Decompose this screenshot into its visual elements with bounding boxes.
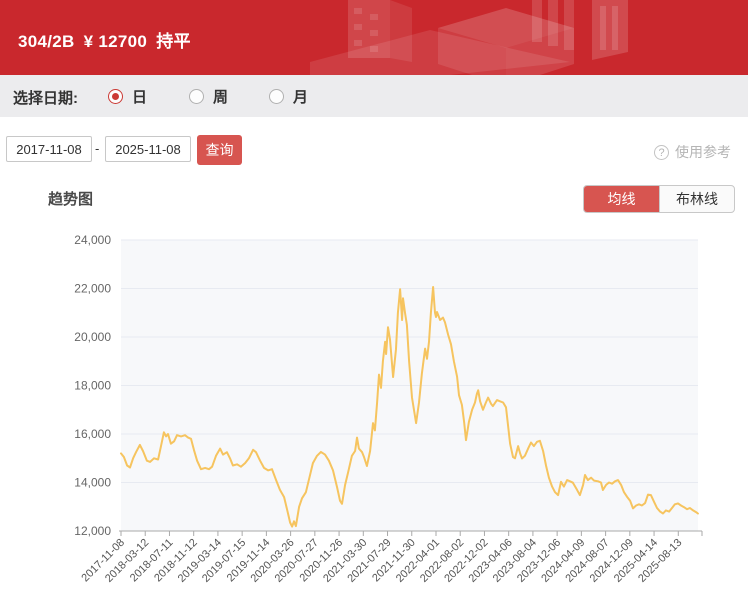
- trend-chart-svg: 12,000 14,000 16,000 18,000 20,000 22,000 24,0…: [0, 225, 748, 592]
- radio-label: 月: [293, 86, 308, 107]
- header-title: 304/2B ¥ 12700 持平: [18, 27, 200, 52]
- y-axis-label: 22,000: [74, 282, 111, 296]
- chart-section-title: 趋势图: [48, 188, 93, 209]
- question-icon: ?: [654, 145, 669, 160]
- y-axis-label: 18,000: [74, 379, 111, 393]
- y-axis-label: 16,000: [74, 427, 111, 441]
- y-axis-label: 24,000: [74, 233, 111, 247]
- date-range-separator: -: [95, 141, 99, 156]
- product-name: 304/2B: [18, 32, 75, 51]
- radio-label: 日: [132, 86, 147, 107]
- toggle-bollinger[interactable]: 布林线: [659, 186, 734, 212]
- usage-reference-link[interactable]: ? 使用参考: [654, 142, 731, 162]
- radio-label: 周: [213, 86, 228, 107]
- radio-unchecked-icon[interactable]: [269, 89, 284, 104]
- trend-status: 持平: [156, 32, 191, 51]
- radio-option-month[interactable]: 月: [269, 86, 308, 107]
- radio-option-day[interactable]: 日: [108, 86, 147, 107]
- chart-mode-toggle: 均线 布林线: [583, 185, 735, 213]
- price-trend-page: 304/2B¥ 12700持平 选择日期: 日 周 月 - 查询 ? 使用参考 …: [0, 0, 748, 592]
- start-date-input[interactable]: [6, 136, 92, 162]
- app-header: 304/2B ¥ 12700 持平: [0, 0, 748, 75]
- radio-unchecked-icon[interactable]: [189, 89, 204, 104]
- end-date-input[interactable]: [105, 136, 191, 162]
- y-axis-label: 20,000: [74, 330, 111, 344]
- toggle-moving-average[interactable]: 均线: [584, 186, 659, 212]
- y-axis-label: 12,000: [74, 524, 111, 538]
- current-price: ¥ 12700: [84, 32, 148, 51]
- query-button[interactable]: 查询: [197, 135, 242, 165]
- date-type-filter-row: 选择日期: 日 周 月: [0, 75, 748, 117]
- y-axis-label: 14,000: [74, 476, 111, 490]
- radio-option-week[interactable]: 周: [189, 86, 228, 107]
- usage-reference-label: 使用参考: [675, 142, 731, 162]
- trend-chart: 12,000 14,000 16,000 18,000 20,000 22,000 24,0…: [0, 225, 748, 592]
- city-illustration-icon: [310, 0, 640, 75]
- radio-checked-icon[interactable]: [108, 89, 123, 104]
- date-type-label: 选择日期:: [13, 87, 78, 108]
